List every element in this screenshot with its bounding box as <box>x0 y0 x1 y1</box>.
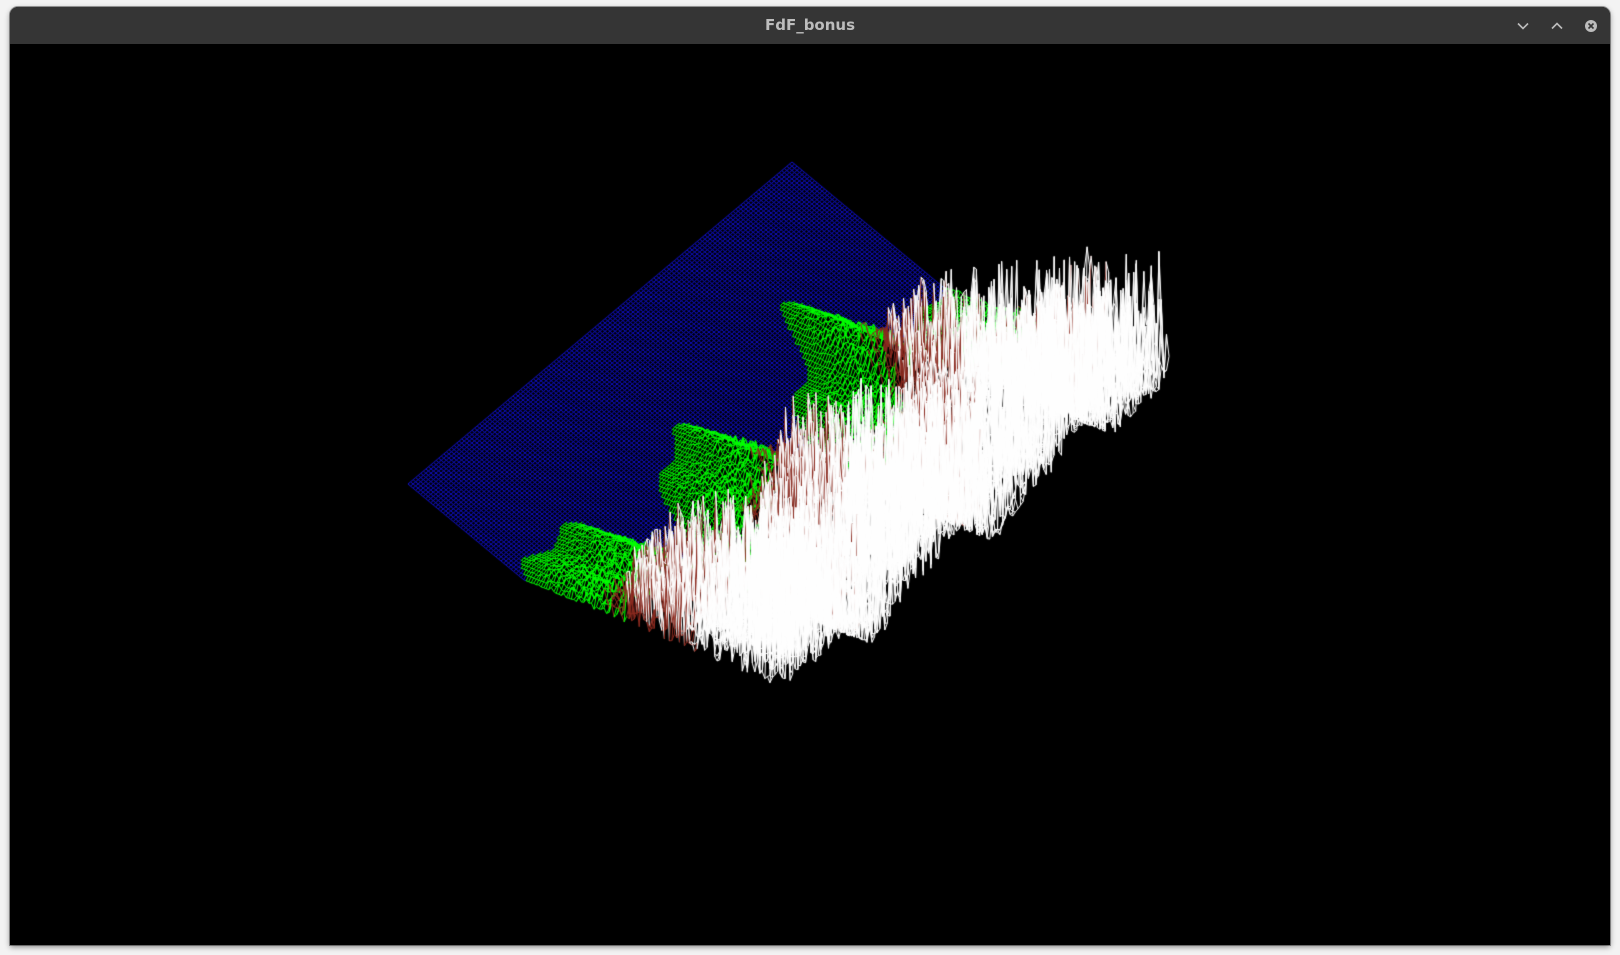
window-title: FdF_bonus <box>764 16 856 34</box>
app-window: FdF_bonus <box>10 7 1610 945</box>
close-button[interactable] <box>1578 13 1604 39</box>
close-circle-icon <box>1584 19 1598 33</box>
render-canvas-area[interactable] <box>10 44 1610 945</box>
chevron-down-icon <box>1516 19 1530 33</box>
title-bar[interactable]: FdF_bonus <box>10 7 1610 45</box>
maximize-button[interactable] <box>1544 13 1570 39</box>
chevron-up-icon <box>1550 19 1564 33</box>
wireframe-terrain-canvas[interactable] <box>10 44 1610 945</box>
minimize-button[interactable] <box>1510 13 1536 39</box>
